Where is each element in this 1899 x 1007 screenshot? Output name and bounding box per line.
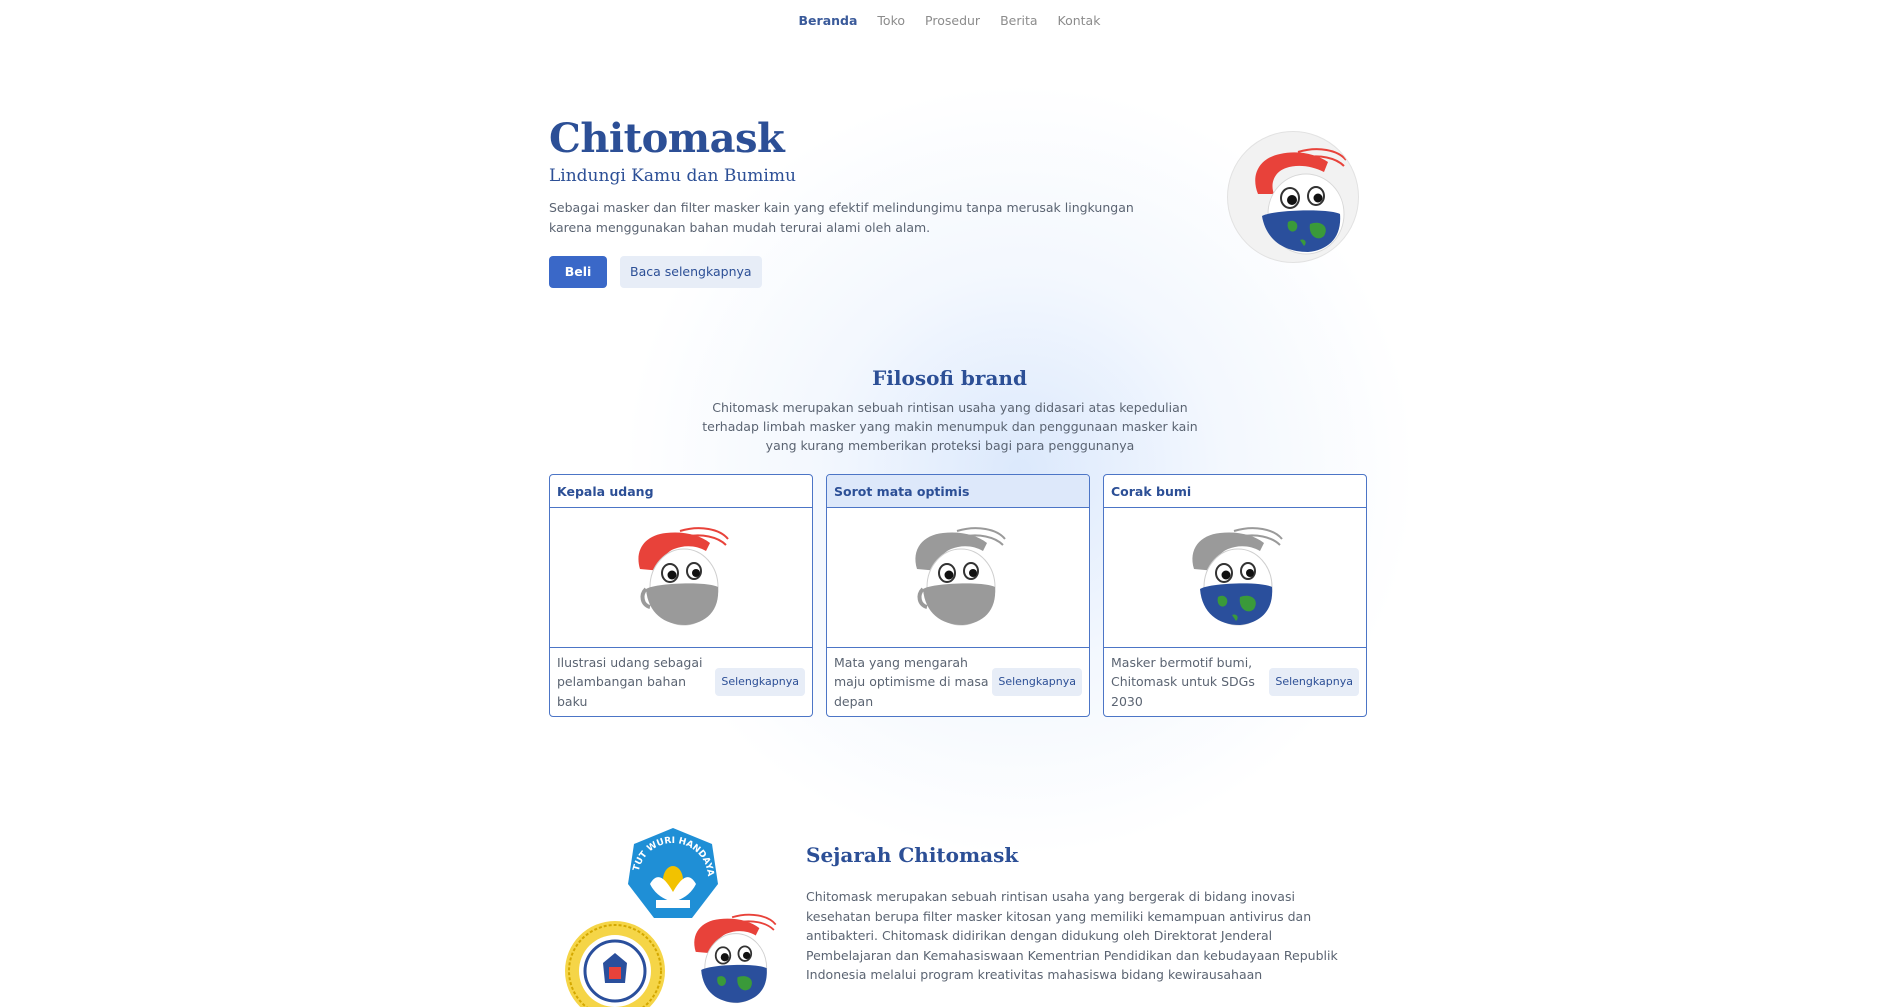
shrimp-gray-eyes-image (827, 508, 1089, 648)
card-more-button[interactable]: Selengkapnya (715, 668, 805, 696)
card-text: Masker bermotif bumi, Chitomask untuk SD… (1111, 654, 1255, 709)
card-footer: Ilustrasi udang sebagai pelambangan baha… (550, 648, 812, 716)
card-kepala-udang: Kepala udang Ilustrasi udang sebagai pel… (549, 474, 813, 717)
filosofi-title: Filosofi brand (872, 366, 1027, 390)
card-sorot-mata: Sorot mata optimis Mata yang mengarah ma… (826, 474, 1090, 717)
card-text: Ilustrasi udang sebagai pelambangan baha… (557, 654, 703, 709)
card-title: Sorot mata optimis (827, 475, 1089, 508)
card-corak-bumi: Corak bumi Masker bermotif bumi, Chitoma… (1103, 474, 1367, 717)
top-nav: Beranda Toko Prosedur Berita Kontak (0, 13, 1899, 28)
hero-description: Sebagai masker dan filter masker kain ya… (549, 200, 1134, 235)
chitomask-logo (1227, 131, 1359, 263)
card-title: Kepala udang (550, 475, 812, 508)
filosofi-cards: Kepala udang Ilustrasi udang sebagai pel… (549, 474, 1367, 717)
card-text: Mata yang mengarah maju optimisme di mas… (834, 654, 989, 709)
nav-item-toko[interactable]: Toko (877, 13, 905, 28)
nav-item-prosedur[interactable]: Prosedur (925, 13, 980, 28)
hero-buttons: Beli Baca selengkapnya (549, 256, 1149, 288)
card-more-button[interactable]: Selengkapnya (992, 668, 1082, 696)
card-more-button[interactable]: Selengkapnya (1269, 668, 1359, 696)
chitomask-mascot (683, 910, 783, 1007)
university-seal (563, 919, 667, 1007)
hero-subtitle: Lindungi Kamu dan Bumimu (549, 166, 796, 186)
hero-section: Chitomask Lindungi Kamu dan Bumimu Sebag… (549, 115, 1149, 288)
nav-item-berita[interactable]: Berita (1000, 13, 1037, 28)
card-footer: Masker bermotif bumi, Chitomask untuk SD… (1104, 648, 1366, 716)
hero-title: Chitomask (549, 115, 785, 162)
read-more-button[interactable]: Baca selengkapnya (620, 256, 762, 288)
filosofi-description: Chitomask merupakan sebuah rintisan usah… (702, 400, 1198, 453)
buy-button[interactable]: Beli (549, 256, 607, 288)
shrimp-red-mask-gray-image (550, 508, 812, 648)
card-footer: Mata yang mengarah maju optimisme di mas… (827, 648, 1089, 716)
sejarah-title: Sejarah Chitomask (806, 843, 1019, 867)
nav-item-beranda[interactable]: Beranda (799, 13, 858, 28)
shrimp-earth-mask-image (1104, 508, 1366, 648)
nav-item-kontak[interactable]: Kontak (1058, 13, 1101, 28)
sejarah-description: Chitomask merupakan sebuah rintisan usah… (806, 889, 1338, 982)
card-title: Corak bumi (1104, 475, 1366, 508)
